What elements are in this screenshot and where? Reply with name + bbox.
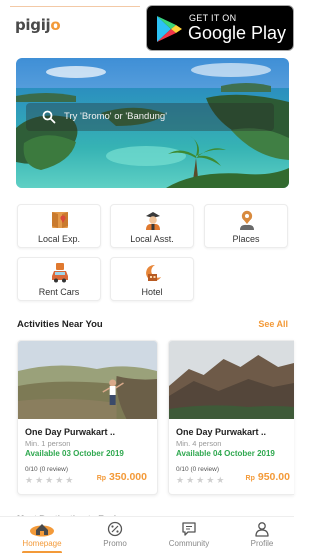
activity-price: Rp 350.000 [96,471,147,483]
activity-review-count: 0/10 (0 review) [176,466,219,473]
activity-min-person: Min. 4 person [176,439,222,448]
category-local-assistant[interactable]: Local Asst. [110,204,194,248]
nav-label: Community [168,539,210,548]
car-icon [52,263,68,283]
category-label: Rent Cars [38,287,80,297]
category-local-experience[interactable]: Local Exp. [17,204,101,248]
nav-profile[interactable]: Profile [227,521,297,548]
badge-small-text: GET IT ON [189,13,237,23]
badge-big-text: Google Play [188,23,287,43]
activity-title: One Day Purwakart .. [25,427,116,437]
activity-card[interactable]: One Day Purwakart .. Min. 4 person Avail… [168,340,294,495]
guide-icon [146,212,160,230]
app-header: pigijo GET IT ON Google Play [0,0,294,52]
activity-photo-rock-climbing [18,341,157,419]
activity-availability: Available 04 October 2019 [176,449,275,458]
place-icon [240,210,254,230]
nav-homepage[interactable]: Homepage [7,521,77,548]
category-places[interactable]: Places [204,204,288,248]
profile-icon [255,522,269,537]
nav-promo[interactable]: Promo [80,521,150,548]
bottom-navigation: Homepage Promo Community Profile [0,516,294,553]
app-logo[interactable]: pigijo [15,16,61,34]
activity-card[interactable]: One Day Purwakart .. Min. 1 person Avail… [17,340,158,495]
google-play-badge[interactable]: GET IT ON Google Play [146,5,294,51]
category-label: Places [232,234,260,244]
home-icon [30,524,54,537]
activity-availability: Available 03 October 2019 [25,449,124,458]
header-accent-line [10,6,140,7]
category-label: Local Exp. [37,234,81,244]
rating-stars: ★★★★★ [25,475,76,485]
nav-community[interactable]: Community [154,521,224,548]
search-bar[interactable]: Try 'Bromo' or 'Bandung' [26,103,274,131]
rating-stars: ★★★★★ [176,475,227,485]
see-all-link[interactable]: See All [258,319,288,329]
hotel-icon [146,264,161,281]
promo-icon [107,521,123,537]
category-rent-cars[interactable]: Rent Cars [17,257,101,301]
google-play-icon [157,16,182,42]
category-label: Hotel [141,287,163,297]
category-label: Local Asst. [130,234,174,244]
search-icon [42,110,56,124]
activity-review-count: 0/10 (0 review) [25,466,68,473]
activity-photo-mountain [169,341,294,419]
nav-label: Homepage [22,539,62,548]
category-hotel[interactable]: Hotel [110,257,194,301]
map-icon [52,212,68,228]
nav-label: Profile [250,539,274,548]
activities-section-title: Activities Near You [17,319,103,330]
nav-label: Promo [103,539,127,548]
chat-icon [182,522,196,536]
search-placeholder: Try 'Bromo' or 'Bandung' [64,111,168,122]
activity-price: Rp 950.00 [245,471,290,483]
activity-min-person: Min. 1 person [25,439,71,448]
activity-title: One Day Purwakart .. [176,427,267,437]
